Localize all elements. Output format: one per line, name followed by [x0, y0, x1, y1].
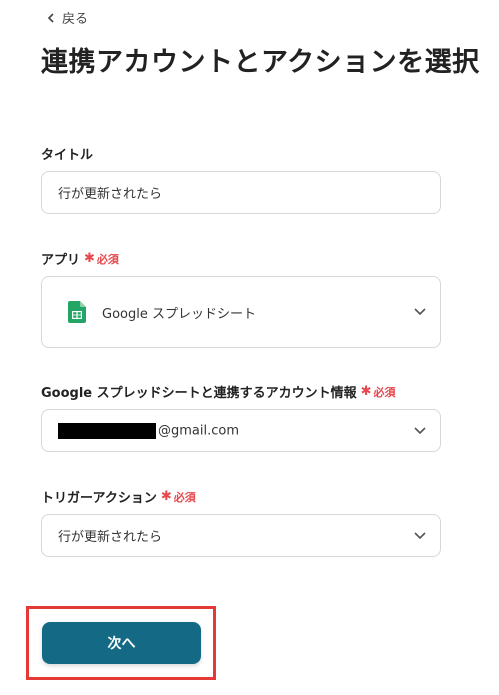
chevron-down-icon: [414, 308, 426, 316]
trigger-select[interactable]: 行が更新されたら: [41, 514, 441, 557]
back-link[interactable]: 戻る: [46, 8, 88, 27]
trigger-field-label: トリガーアクション ✱ 必須: [41, 487, 196, 506]
asterisk-icon: ✱: [160, 489, 172, 504]
asterisk-icon: ✱: [360, 384, 372, 399]
app-field-label: アプリ ✱ 必須: [41, 249, 119, 268]
required-text: 必須: [173, 490, 196, 504]
trigger-select-value: 行が更新されたら: [58, 530, 163, 545]
app-field-label-text: アプリ: [41, 253, 81, 268]
required-badge: ✱ 必須: [361, 384, 396, 400]
page-title: 連携アカウントとアクションを選択: [41, 47, 480, 78]
required-badge: ✱ 必須: [84, 251, 119, 267]
chevron-down-icon: [414, 426, 426, 434]
account-field-label: Google スプレッドシートと連携するアカウント情報 ✱ 必須: [41, 382, 396, 401]
chevron-left-icon: [47, 12, 54, 23]
title-field-label-text: タイトル: [41, 148, 94, 163]
title-input-value: 行が更新されたら: [58, 187, 163, 202]
asterisk-icon: ✱: [84, 251, 95, 266]
account-email-suffix: @gmail.com: [158, 423, 240, 438]
trigger-field-label-text: トリガーアクション: [41, 491, 157, 506]
back-label: 戻る: [62, 12, 89, 27]
required-text: 必須: [373, 385, 396, 399]
chevron-down-icon: [414, 531, 426, 539]
title-input[interactable]: 行が更新されたら: [41, 171, 441, 214]
redacted-block: [58, 422, 156, 439]
next-button-label: 次へ: [107, 636, 136, 652]
page: 戻る 連携アカウントとアクションを選択 タイトル 行が更新されたら アプリ ✱ …: [0, 0, 499, 695]
highlight-box: 次へ: [26, 606, 216, 680]
app-select[interactable]: Google スプレッドシート: [41, 276, 441, 348]
required-badge: ✱ 必須: [161, 489, 196, 505]
next-button[interactable]: 次へ: [42, 622, 201, 664]
account-select-value: @gmail.com: [42, 422, 440, 439]
app-select-value: Google スプレッドシート: [102, 306, 256, 322]
title-field-label: タイトル: [41, 144, 93, 163]
account-field-label-text: Google スプレッドシートと連携するアカウント情報: [41, 386, 357, 401]
google-sheets-icon: [68, 301, 86, 323]
required-text: 必須: [96, 252, 119, 266]
account-select[interactable]: @gmail.com: [41, 409, 441, 452]
